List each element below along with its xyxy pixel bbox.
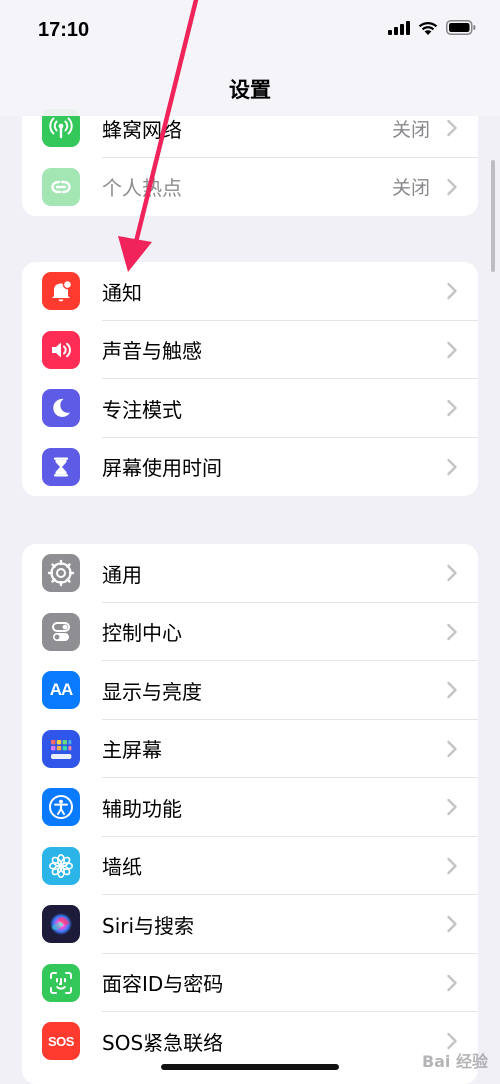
settings-row-label: 面容ID与密码 — [102, 972, 224, 997]
settings-row-label: 屏幕使用时间 — [102, 456, 222, 481]
group-notifications: 通知 声音与触感 专注模式 屏幕使用时间 — [22, 262, 478, 496]
text-size-glyph: AA — [49, 680, 74, 700]
settings-row-label: 通用 — [102, 562, 142, 587]
settings-row-label: 通知 — [102, 280, 142, 305]
face-id-icon — [42, 963, 80, 1002]
settings-row-general[interactable]: 通用 — [22, 544, 478, 603]
settings-row-wallpaper[interactable]: 墙纸 — [22, 837, 478, 895]
settings-row-label: 专注模式 — [102, 397, 182, 422]
settings-row-control-center[interactable]: 控制中心 — [22, 603, 478, 661]
status-time: 17:10 — [38, 19, 90, 41]
flower-icon — [42, 846, 80, 885]
chevron-right-icon — [447, 400, 457, 417]
siri-icon — [42, 905, 80, 944]
sos-glyph: SOS — [48, 1033, 74, 1049]
settings-row-label: Siri与搜索 — [102, 913, 195, 938]
gear-icon — [42, 554, 80, 593]
chevron-right-icon — [447, 740, 457, 757]
moon-icon — [42, 389, 80, 428]
chevron-right-icon — [447, 623, 457, 640]
speaker-icon — [42, 330, 80, 369]
settings-row-face-id[interactable]: 面容ID与密码 — [22, 954, 478, 1012]
wifi-icon — [418, 21, 438, 35]
settings-row-label: 显示与亮度 — [102, 679, 202, 704]
cellular-signal-icon — [388, 20, 410, 35]
settings-row-display[interactable]: AA 显示与亮度 — [22, 661, 478, 720]
chevron-right-icon — [447, 120, 457, 137]
settings-row-label: SOS紧急联络 — [102, 1030, 224, 1055]
settings-row-label: 蜂窝网络 — [102, 117, 182, 142]
chevron-right-icon — [447, 916, 457, 933]
settings-row-label: 控制中心 — [102, 621, 182, 646]
toggles-icon — [42, 612, 80, 651]
text-size-icon: AA — [42, 671, 80, 710]
scroll-indicator[interactable] — [491, 160, 495, 272]
chevron-right-icon — [447, 974, 457, 991]
settings-row-emergency-sos[interactable]: SOS SOS紧急联络 — [22, 1012, 478, 1071]
settings-row-home-screen[interactable]: 主屏幕 — [22, 720, 478, 778]
chevron-right-icon — [447, 799, 457, 816]
chevron-right-icon — [447, 341, 457, 358]
settings-row-value: 关闭 — [391, 118, 430, 141]
chevron-right-icon — [447, 283, 457, 300]
page-title: 设置 — [229, 78, 271, 102]
accessibility-icon — [42, 788, 80, 827]
group-general: 通用 控制中心 AA 显示与亮度 主屏幕 辅助功能 墙纸 Siri与搜索 面容I… — [22, 544, 478, 1084]
settings-row-label: 声音与触感 — [102, 339, 202, 364]
settings-row-siri[interactable]: Siri与搜索 — [22, 895, 478, 954]
chevron-right-icon — [447, 458, 457, 475]
bell-icon — [42, 272, 80, 311]
settings-row-label: 墙纸 — [102, 855, 142, 880]
chevron-right-icon — [447, 565, 457, 582]
home-indicator[interactable] — [161, 1064, 339, 1070]
settings-row-sounds[interactable]: 声音与触感 — [22, 321, 478, 379]
status-icons — [388, 20, 476, 35]
settings-row-label: 主屏幕 — [102, 738, 162, 763]
hourglass-icon — [42, 447, 80, 486]
group-network: 蜂窝网络 关闭 个人热点 关闭 — [22, 99, 478, 216]
navigation-bar: 17:10 设置 — [0, 0, 500, 116]
settings-row-accessibility[interactable]: 辅助功能 — [22, 778, 478, 837]
settings-row-focus[interactable]: 专注模式 — [22, 379, 478, 438]
settings-row-value: 关闭 — [391, 177, 430, 200]
chevron-right-icon — [447, 178, 457, 195]
battery-icon — [446, 20, 476, 35]
watermark: Bai 经验 — [421, 1052, 488, 1071]
settings-row-notifications[interactable]: 通知 — [22, 262, 478, 321]
settings-row-label: 个人热点 — [102, 176, 182, 201]
settings-row-screen-time[interactable]: 屏幕使用时间 — [22, 438, 478, 497]
settings-row-hotspot[interactable]: 个人热点 关闭 — [22, 158, 478, 217]
chevron-right-icon — [447, 682, 457, 699]
settings-screen: 17:10 设置 蜂窝网络 关闭 个人热点 关闭 通知 声音与触感 专注模式 屏… — [0, 0, 500, 1084]
app-grid-icon — [42, 729, 80, 768]
settings-row-label: 辅助功能 — [102, 796, 182, 821]
sos-icon: SOS — [42, 1022, 80, 1061]
link-icon — [42, 167, 80, 206]
chevron-right-icon — [447, 857, 457, 874]
